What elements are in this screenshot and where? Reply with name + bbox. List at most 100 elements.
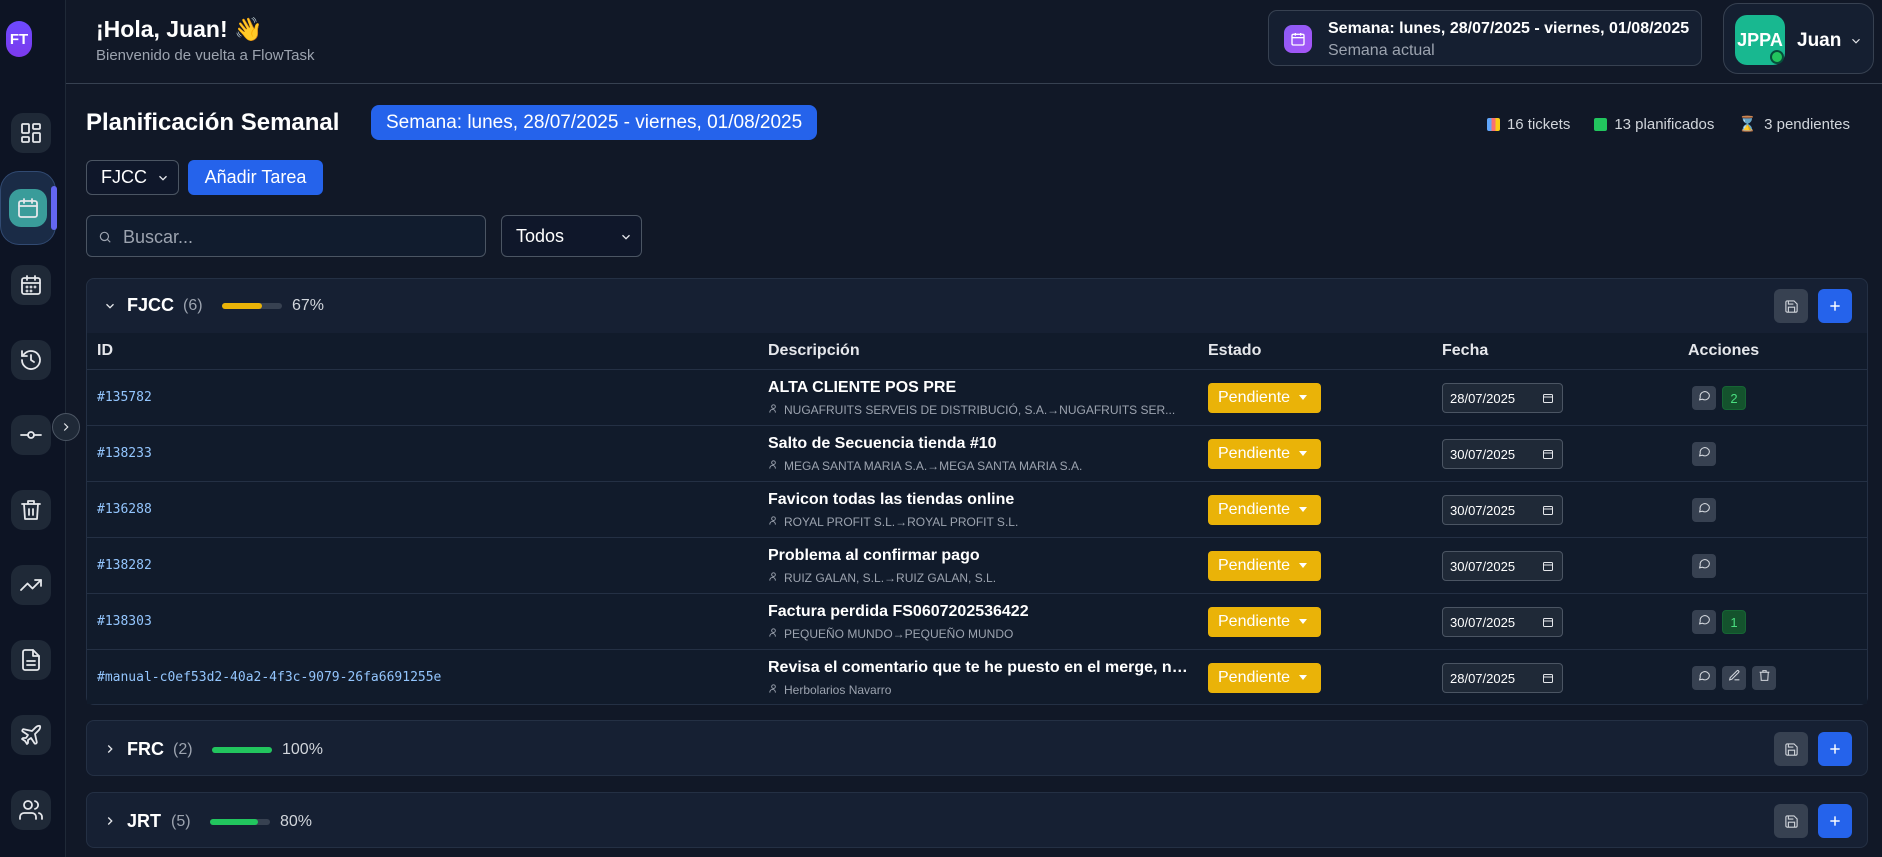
group-header[interactable]: FRC (2) 100% — [87, 721, 1867, 775]
week-range: Semana: lunes, 28/07/2025 - viernes, 01/… — [1328, 20, 1690, 37]
chevron-right-icon[interactable] — [103, 742, 117, 761]
user-menu[interactable]: JPPA Juan — [1723, 3, 1874, 74]
ticket-client: RUIZ GALAN, S.L.→RUIZ GALAN, S.L. — [768, 571, 1190, 585]
save-group-button[interactable] — [1774, 289, 1808, 323]
comment-button[interactable] — [1692, 666, 1716, 690]
ticket-client-text: MEGA SANTA MARIA S.A.→MEGA SANTA MARIA S… — [784, 459, 1083, 473]
group-header[interactable]: JRT (5) 80% — [87, 793, 1867, 847]
group-percent: 67% — [292, 297, 325, 314]
hourglass-icon: ⌛ — [1738, 116, 1758, 133]
ticket-client-text: Herbolarios Navarro — [784, 683, 892, 697]
dashboard-icon — [21, 123, 41, 143]
delete-button[interactable] — [1752, 666, 1776, 690]
group-progress-fill — [222, 303, 263, 309]
save-icon — [1784, 742, 1798, 756]
chevron-down-icon[interactable] — [103, 299, 117, 318]
plane-icon — [21, 724, 42, 745]
ticket-id-link[interactable]: #135782 — [97, 390, 152, 405]
document-icon — [22, 649, 40, 671]
status-dropdown[interactable]: Pendiente — [1208, 439, 1321, 469]
nav-weekly-planning[interactable] — [1, 172, 57, 244]
comment-count-badge: 1 — [1722, 610, 1746, 634]
date-input[interactable]: 30/07/2025 — [1442, 495, 1563, 525]
comment-icon — [1698, 389, 1711, 407]
date-input[interactable]: 28/07/2025 — [1442, 663, 1563, 693]
date-value: 28/07/2025 — [1450, 670, 1516, 686]
ticket-title: ALTA CLIENTE POS PRE — [768, 379, 957, 396]
comment-icon — [1698, 669, 1711, 687]
save-group-button[interactable] — [1774, 732, 1808, 766]
nav-trash[interactable] — [11, 490, 51, 530]
nav-users[interactable] — [11, 790, 51, 830]
nav-commits[interactable] — [11, 415, 51, 455]
ticket-client: NUGAFRUITS SERVEIS DE DISTRIBUCIÓ, S.A.→… — [768, 403, 1190, 417]
comment-icon — [1698, 445, 1711, 463]
ticket-id-link[interactable]: #138282 — [97, 558, 152, 573]
comment-button[interactable] — [1692, 498, 1716, 522]
nav-dashboard[interactable] — [11, 113, 51, 153]
status-dropdown[interactable]: Pendiente — [1208, 551, 1321, 581]
users-icon — [19, 800, 43, 820]
comment-button[interactable] — [1692, 386, 1716, 410]
add-to-group-button[interactable] — [1818, 732, 1852, 766]
current-week-card[interactable]: Semana: lunes, 28/07/2025 - viernes, 01/… — [1268, 10, 1702, 66]
comment-button[interactable] — [1692, 442, 1716, 466]
comment-button[interactable] — [1692, 610, 1716, 634]
trending-up-icon — [20, 579, 42, 591]
search-input[interactable] — [123, 225, 473, 249]
table-header: ID Descripción Estado Fecha Acciones — [87, 333, 1867, 369]
ticket-id-link[interactable]: #138233 — [97, 446, 152, 461]
date-value: 30/07/2025 — [1450, 502, 1516, 518]
ticket-client-text: PEQUEÑO MUNDO→PEQUEÑO MUNDO — [784, 627, 1014, 641]
group-frc: FRC (2) 100% — [86, 720, 1868, 776]
date-input[interactable]: 30/07/2025 — [1442, 439, 1563, 469]
caret-down-icon — [1299, 619, 1307, 624]
nav-documents[interactable] — [11, 640, 51, 680]
status-value: Pendiente — [1218, 613, 1291, 630]
group-name: FJCC — [127, 295, 175, 315]
ticket-title: Problema al confirmar pago — [768, 547, 980, 564]
date-value: 28/07/2025 — [1450, 390, 1516, 406]
group-fjcc: FJCC (6) 67% ID Descripción Estado Fecha… — [86, 278, 1868, 705]
group-progress-bar — [212, 747, 272, 753]
caret-down-icon — [1299, 563, 1307, 568]
date-value: 30/07/2025 — [1450, 558, 1516, 574]
column-date: Fecha — [1442, 342, 1489, 359]
ticket-title: Revisa el comentario que te he puesto en… — [768, 659, 1190, 676]
comment-button[interactable] — [1692, 554, 1716, 578]
group-header[interactable]: FJCC (6) 67% — [87, 279, 1867, 333]
nav-vacations[interactable] — [11, 715, 51, 755]
week-pill: Semana: lunes, 28/07/2025 - viernes, 01/… — [371, 105, 818, 140]
group-progress-fill — [210, 819, 258, 825]
edit-button[interactable] — [1722, 666, 1746, 690]
team-select[interactable]: FJCC — [86, 160, 179, 195]
nav-calendar[interactable] — [11, 265, 51, 305]
status-filter-value: Todos — [516, 225, 565, 246]
add-to-group-button[interactable] — [1818, 804, 1852, 838]
date-input[interactable]: 28/07/2025 — [1442, 383, 1563, 413]
add-task-button[interactable]: Añadir Tarea — [188, 160, 323, 195]
greeting: ¡Hola, Juan! 👋 — [96, 16, 263, 42]
date-input[interactable]: 30/07/2025 — [1442, 551, 1563, 581]
date-input[interactable]: 30/07/2025 — [1442, 607, 1563, 637]
save-group-button[interactable] — [1774, 804, 1808, 838]
chevron-right-icon[interactable] — [103, 814, 117, 833]
stat-planned: 13 planificados — [1594, 115, 1714, 133]
nav-reports[interactable] — [11, 565, 51, 605]
status-filter-select[interactable]: Todos — [501, 215, 642, 257]
trash-icon — [1758, 669, 1771, 687]
group-progress-bar — [210, 819, 270, 825]
group-count: (5) — [171, 813, 191, 830]
plus-icon — [1830, 301, 1840, 311]
nav-history[interactable] — [11, 340, 51, 380]
ticket-id-link[interactable]: #138303 — [97, 614, 152, 629]
ticket-id-link[interactable]: #136288 — [97, 502, 152, 517]
group-name: FRC — [127, 739, 164, 759]
status-dropdown[interactable]: Pendiente — [1208, 495, 1321, 525]
add-to-group-button[interactable] — [1818, 289, 1852, 323]
status-dropdown[interactable]: Pendiente — [1208, 383, 1321, 413]
status-dropdown[interactable]: Pendiente — [1208, 607, 1321, 637]
ticket-id-link[interactable]: #manual-c0ef53d2-40a2-4f3c-9079-26fa6691… — [97, 670, 441, 685]
status-dropdown[interactable]: Pendiente — [1208, 663, 1321, 693]
status-value: Pendiente — [1218, 501, 1291, 518]
